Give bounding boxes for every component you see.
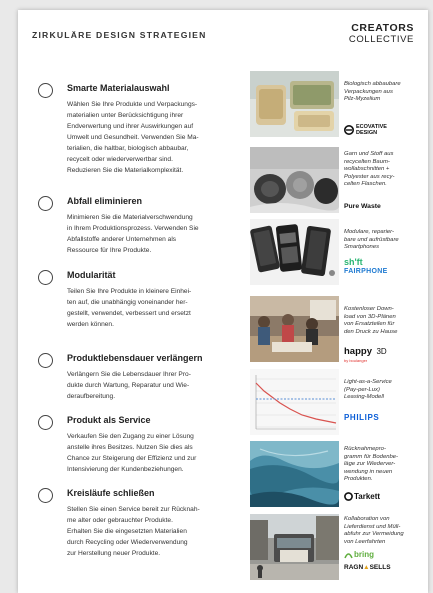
flooring-image [250, 441, 339, 507]
mycelium-packaging-image [250, 71, 339, 137]
fairphone-logo: sh'ft FAIRPHONE [344, 258, 388, 276]
strategy-title: Abfall eliminieren [67, 196, 143, 206]
example-description: Biologisch abbaubare Verpackungen aus Pi… [344, 81, 401, 103]
example-description: Light-as-a-Service (Pay-per-Lux) Leasing… [344, 379, 392, 401]
checkbox-circle-icon[interactable] [38, 488, 53, 503]
street-scene-image [250, 514, 339, 580]
tarkett-logo-text: Tarkett [354, 492, 381, 501]
brand-line-2: COLLECTIVE [348, 33, 414, 45]
strategy-text: Verlängern Sie die Lebensdauer Ihrer Pro… [67, 371, 191, 400]
modular-smartphone-image [250, 219, 339, 285]
strategy-text: Minimieren Sie die Materialverschwendung… [67, 214, 199, 254]
boulanger-logo-text: by boulanger [344, 358, 368, 363]
strategy-title: Produkt als Service [67, 415, 151, 425]
ragn-logo-text: RAGN [344, 564, 364, 571]
bring-mark-icon [344, 553, 353, 559]
checkbox-circle-icon[interactable] [38, 270, 53, 285]
example-description: Kollaboration von Lieferdienst und Müll-… [344, 516, 404, 545]
page-title: ZIRKULÄRE DESIGN STRATEGIEN [32, 30, 207, 40]
checkbox-circle-icon[interactable] [38, 83, 53, 98]
ecovative-logo-line2: DESIGN [356, 130, 378, 136]
ecovative-mark-icon [344, 125, 354, 135]
checkbox-circle-icon[interactable] [38, 196, 53, 211]
example-description: Modulare, reparier- bare und aufrüstbare… [344, 229, 399, 251]
happy-logo-text: happy [344, 346, 372, 357]
strategy-title: Produktlebensdauer verlängern [67, 353, 203, 363]
brand-line-1: CREATORS [351, 22, 414, 34]
example-description: Garn und Stoff aus recycelten Baum- woll… [344, 151, 395, 188]
example-description: Kostenloser Down- load von 3D-Plänen von… [344, 306, 398, 335]
brand-logo: CREATORS COLLECTIVE [349, 23, 414, 44]
strategy-title: Kreisläufe schließen [67, 488, 155, 498]
shift-logo-text: sh'ft [344, 257, 363, 267]
strategy-text: Teilen Sie Ihre Produkte in kleinere Ein… [67, 288, 192, 328]
happy3d-logo: happy 3D by boulanger [344, 341, 387, 363]
checkbox-circle-icon[interactable] [38, 415, 53, 430]
strategy-title: Smarte Materialauswahl [67, 83, 170, 93]
philips-logo: PHILIPS [344, 413, 380, 422]
strategy-title: Modularität [67, 270, 116, 280]
pure-waste-logo: Pure Waste [344, 203, 381, 210]
example-description: Rücknahmepro- gramm für Bodenbe- läge zu… [344, 446, 399, 483]
happy-logo-3d: 3D [376, 347, 387, 356]
strategy-text: Stellen Sie einen Service bereit zur Rüc… [67, 506, 200, 557]
strategy-text: Wählen Sie Ihre Produkte und Verpackungs… [67, 101, 199, 174]
ragn-sells-logo: RAGN▲SELLS [344, 564, 391, 571]
bring-logo-text: bring [354, 550, 374, 559]
workshop-image [250, 296, 339, 362]
yarn-fabric-image [250, 147, 339, 213]
lux-chart-image [250, 369, 339, 435]
sells-logo-text: SELLS [369, 564, 391, 571]
fairphone-logo-text: FAIRPHONE [344, 268, 388, 275]
strategy-text: Verkaufen Sie den Zugang zu einer Lösung… [67, 433, 197, 473]
document-page: ZIRKULÄRE DESIGN STRATEGIEN CREATORS COL… [18, 10, 428, 593]
tarkett-mark-icon [344, 492, 353, 501]
checkbox-circle-icon[interactable] [38, 353, 53, 368]
